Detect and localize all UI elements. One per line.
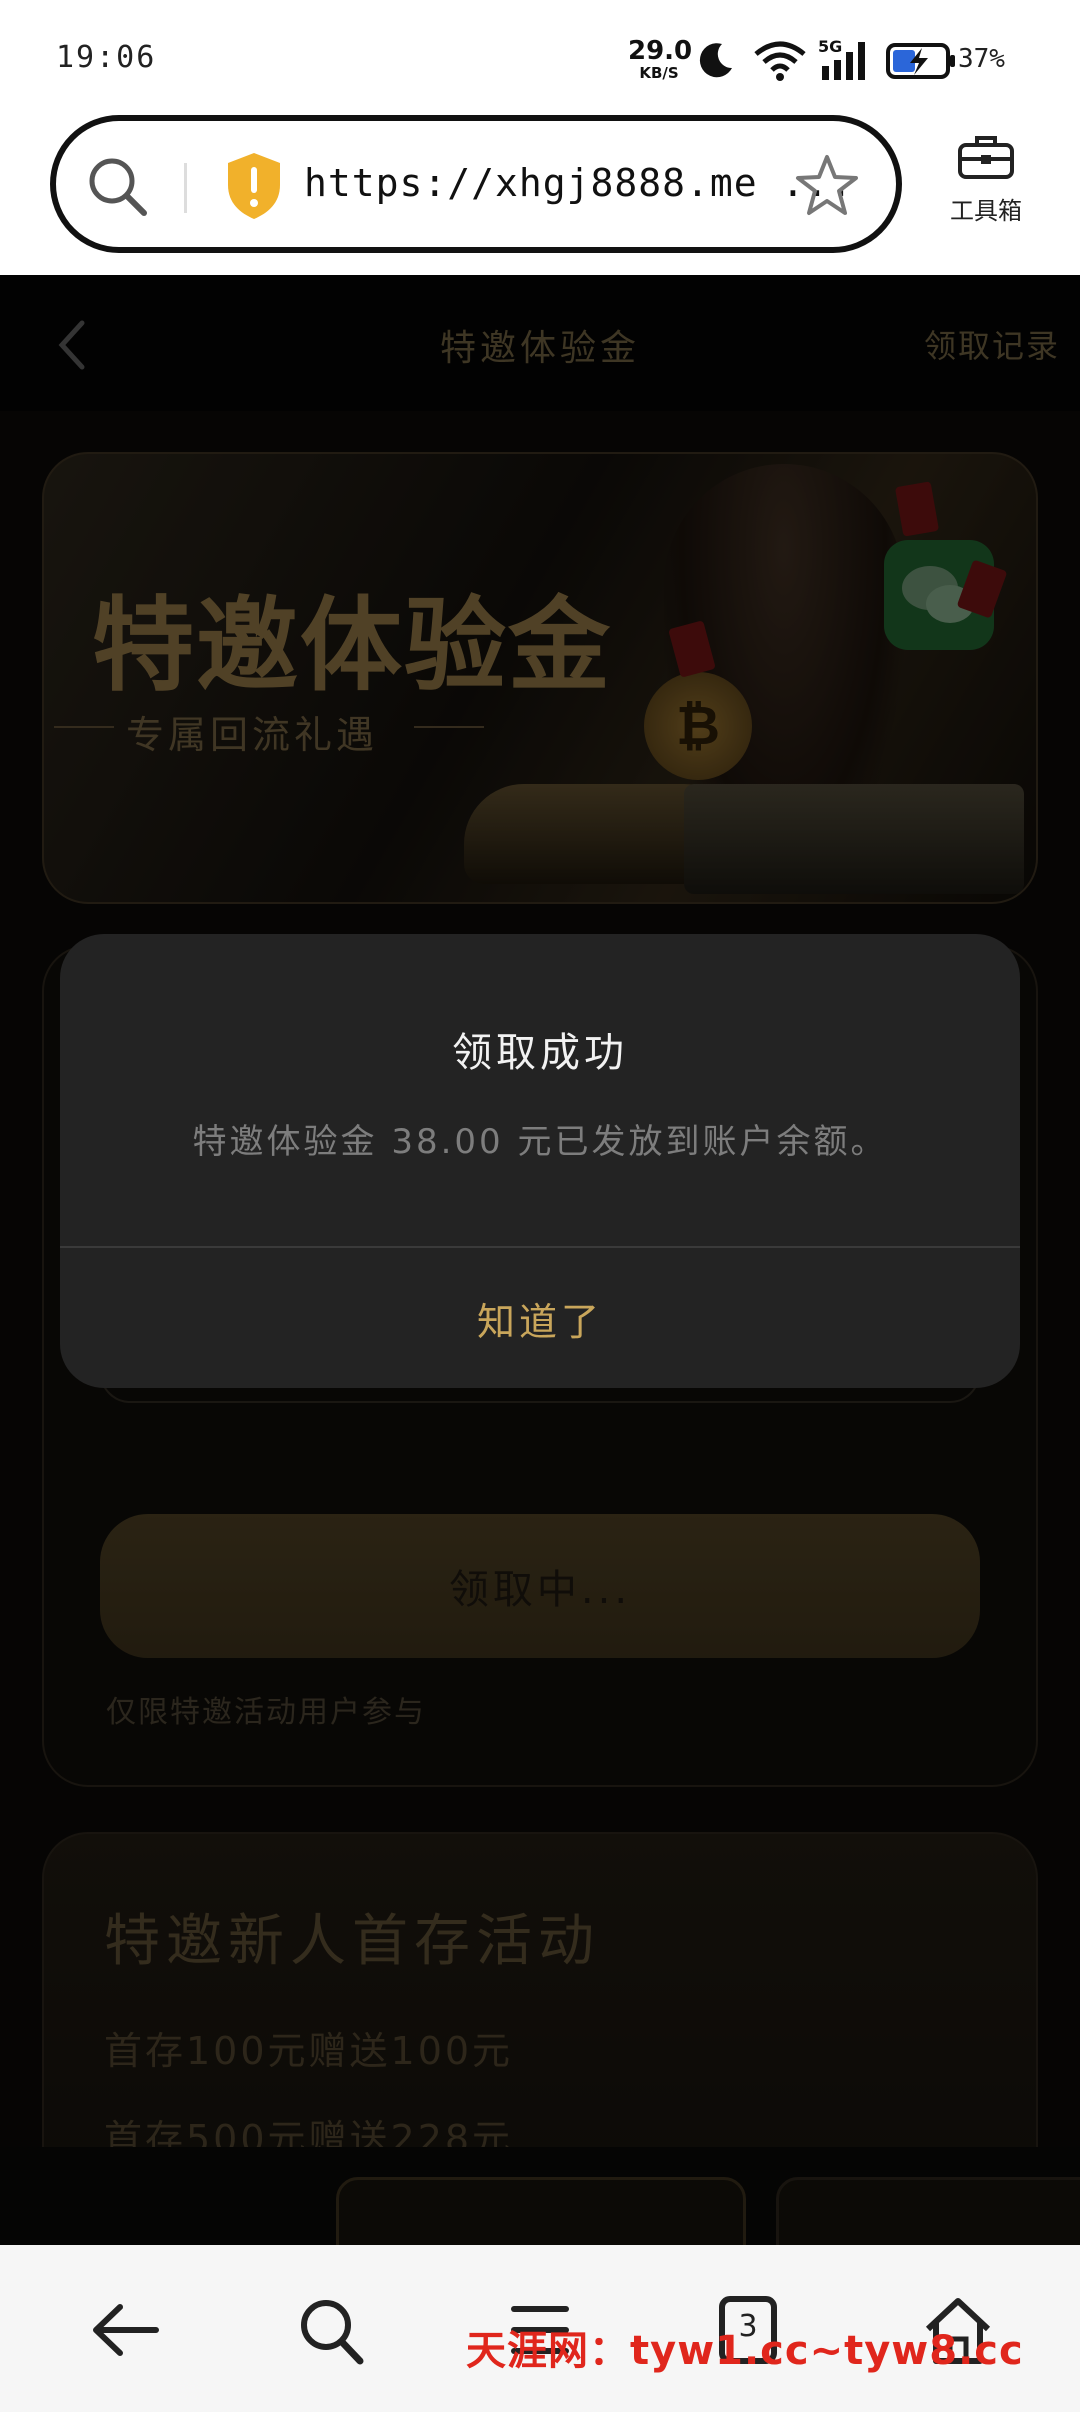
toolbox-button[interactable]: 工具箱: [936, 133, 1036, 226]
browser-toolbar: https://xhgj8888.me ... 工具箱: [0, 115, 1080, 275]
dialog-message: 特邀体验金 38.00 元已发放到账户余额。: [192, 1122, 888, 1162]
status-bar: 19:06 29.0 KB/S 5G 37%: [0, 0, 1080, 115]
url-text[interactable]: https://xhgj8888.me ...: [304, 161, 853, 205]
search-icon[interactable]: [292, 2295, 372, 2365]
back-arrow-icon[interactable]: [86, 2295, 166, 2365]
toolbox-icon: [958, 136, 1014, 179]
battery-charging-icon: [886, 43, 955, 79]
network-speed-unit: KB/S: [639, 64, 679, 82]
shield-warning-icon[interactable]: [224, 151, 284, 221]
address-divider: [184, 163, 187, 213]
watermark-text: 天涯网：tyw1.cc~tyw8.cc: [466, 2328, 1024, 2374]
dialog-confirm-button[interactable]: 知道了: [60, 1248, 1020, 1388]
svg-text:5G: 5G: [818, 37, 842, 56]
success-dialog: 领取成功 特邀体验金 38.00 元已发放到账户余额。 知道了: [60, 934, 1020, 1388]
battery-percent: 37%: [958, 44, 1005, 74]
address-bar[interactable]: https://xhgj8888.me ...: [50, 115, 902, 253]
toolbox-label: 工具箱: [950, 197, 1022, 225]
wifi-icon: [754, 41, 806, 81]
dialog-title: 领取成功: [452, 1030, 628, 1076]
network-speed-value: 29.0: [628, 36, 693, 66]
network-speed: 29.0 KB/S: [628, 36, 693, 82]
search-icon[interactable]: [86, 155, 150, 219]
moon-icon: [699, 43, 732, 78]
star-icon[interactable]: [794, 153, 860, 219]
5g-signal-icon: 5G: [818, 37, 865, 80]
status-time: 19:06: [56, 40, 157, 75]
